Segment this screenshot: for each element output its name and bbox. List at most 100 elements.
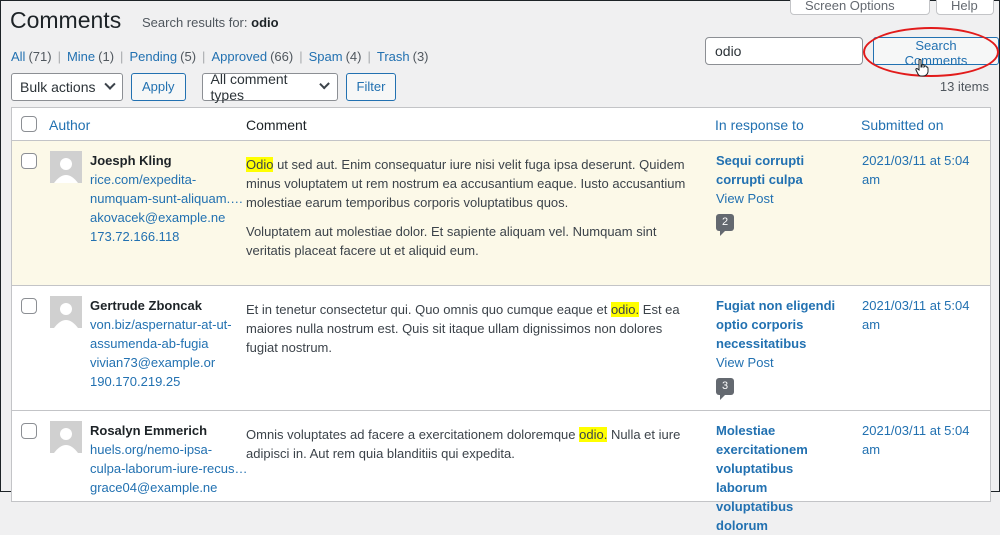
filter-pending[interactable]: Pending (5) [129, 49, 196, 64]
author-name: Gertrude Zboncak [90, 298, 202, 313]
comments-table: Author Comment In response to Submitted … [11, 107, 991, 533]
bulk-actions-row: Bulk actions Apply All comment types Fil… [11, 71, 397, 103]
search-results-subtitle: Search results for: odio [142, 15, 279, 30]
apply-button[interactable]: Apply [131, 73, 186, 101]
author-email[interactable]: grace04@example.ne [90, 478, 250, 497]
author-ip[interactable]: 190.170.219.25 [90, 372, 250, 391]
column-in-response-to[interactable]: In response to [715, 117, 804, 133]
filter-separator: | [299, 49, 303, 64]
search-box: Search Comments [705, 37, 999, 68]
submitted-date-link[interactable]: 2021/03/11 at 5:04 am [862, 296, 982, 334]
comment-count-bubble-icon[interactable]: 3 [716, 378, 735, 400]
bulk-actions-label: Bulk actions [20, 79, 96, 95]
avatar [50, 421, 82, 453]
search-highlight: odio. [579, 427, 608, 442]
filter-trash[interactable]: Trash (3) [377, 49, 429, 64]
chevron-down-icon [104, 78, 116, 90]
author-name: Joesph Kling [90, 153, 172, 168]
row-checkbox[interactable] [21, 153, 37, 169]
search-input[interactable] [705, 37, 863, 65]
author-url-cont[interactable]: culpa-laborum-iure-recusandae... [90, 459, 250, 478]
author-email[interactable]: akovacek@example.ne [90, 208, 250, 227]
bulk-actions-select[interactable]: Bulk actions [11, 73, 123, 101]
comment-text-after: ut sed aut. Enim consequatur iure nisi v… [246, 157, 686, 210]
filter-all-count: (71) [28, 49, 52, 64]
comment-paragraph: Et in tenetur consectetur qui. Quo omnis… [246, 300, 692, 357]
row-checkbox[interactable] [21, 298, 37, 314]
table-row: Gertrude Zboncak von.biz/aspernatur-at-u… [12, 286, 990, 411]
submitted-date-link[interactable]: 2021/03/11 at 5:04 am [862, 421, 982, 459]
filter-spam-count: (4) [345, 49, 362, 64]
filter-button[interactable]: Filter [345, 73, 397, 101]
avatar-placeholder-icon [50, 151, 82, 183]
comment-text-before: Et in tenetur consectetur qui. Quo omnis… [246, 302, 611, 317]
column-comment: Comment [246, 117, 307, 133]
filter-spam-link[interactable]: Spam [309, 49, 343, 64]
comment-text: Omnis voluptates ad facere a exercitatio… [246, 425, 692, 473]
filter-approved-link[interactable]: Approved [211, 49, 267, 64]
author-info: Joesph Kling rice.com/expedita- numquam-… [90, 151, 250, 246]
table-row: Joesph Kling rice.com/expedita- numquam-… [12, 141, 990, 286]
avatar [50, 151, 82, 183]
filter-all-link[interactable]: All [11, 49, 25, 64]
table-header: Author Comment In response to Submitted … [12, 108, 990, 141]
items-count: 13 items [939, 79, 989, 94]
search-highlight: odio. [610, 302, 640, 317]
in-response-to: Fugiat non eligendi optio corporis neces… [716, 296, 846, 400]
comment-paragraph: Voluptatem aut molestiae dolor. Et sapie… [246, 224, 657, 258]
filter-mine-link[interactable]: Mine [67, 49, 95, 64]
avatar [50, 296, 82, 328]
comment-paragraph: Omnis voluptates ad facere a exercitatio… [246, 425, 692, 463]
filter-trash-link[interactable]: Trash [377, 49, 410, 64]
filter-trash-count: (3) [412, 49, 429, 64]
author-url-cont[interactable]: assumenda-ab-fugia [90, 334, 250, 353]
submitted-date-link[interactable]: 2021/03/11 at 5:04 am [862, 151, 982, 189]
filter-pending-link[interactable]: Pending [129, 49, 177, 64]
filter-approved[interactable]: Approved (66) [211, 49, 293, 64]
comment-text: Et in tenetur consectetur qui. Quo omnis… [246, 300, 692, 367]
author-info: Gertrude Zboncak von.biz/aspernatur-at-u… [90, 296, 250, 391]
author-url[interactable]: von.biz/aspernatur-at-ut- [90, 315, 250, 334]
avatar-placeholder-icon [50, 421, 82, 453]
help-tab[interactable]: Help [936, 0, 994, 15]
author-email[interactable]: vivian73@example.or [90, 353, 250, 372]
post-title-link[interactable]: Sequi corrupti corrupti culpa [716, 151, 846, 189]
chevron-down-icon [319, 78, 331, 90]
avatar-placeholder-icon [50, 296, 82, 328]
filter-spam[interactable]: Spam (4) [309, 49, 362, 64]
author-ip[interactable]: 173.72.166.118 [90, 227, 250, 246]
subtitle-search-term: odio [251, 15, 279, 30]
filter-mine[interactable]: Mine (1) [67, 49, 114, 64]
row-checkbox[interactable] [21, 423, 37, 439]
filter-all[interactable]: All (71) [11, 49, 52, 64]
column-author[interactable]: Author [49, 117, 90, 133]
status-filters: All (71) | Mine (1) | Pending (5) | Approve… [11, 49, 429, 64]
select-all-checkbox[interactable] [21, 116, 37, 132]
filter-separator: | [57, 49, 61, 64]
hand-cursor-icon [915, 59, 929, 77]
column-submitted-on[interactable]: Submitted on [861, 117, 944, 133]
comment-types-select[interactable]: All comment types [201, 71, 338, 103]
view-post-link[interactable]: View Post [716, 189, 846, 208]
search-highlight: Odio [246, 157, 274, 172]
filter-approved-count: (66) [270, 49, 294, 64]
post-title-link[interactable]: Molestiae exercitationem voluptatibus la… [716, 421, 846, 535]
search-comments-button[interactable]: Search Comments [873, 37, 999, 68]
screen-options-tab[interactable]: Screen Options [790, 0, 930, 15]
comment-text: Odio ut sed aut. Enim consequatur iure n… [246, 155, 692, 270]
filter-pending-count: (5) [180, 49, 197, 64]
page-title: Comments [10, 7, 122, 33]
table-row: Rosalyn Emmerich huels.org/nemo-ipsa- cu… [12, 411, 990, 533]
author-url[interactable]: rice.com/expedita- [90, 170, 250, 189]
subtitle-prefix: Search results for: [142, 15, 248, 30]
post-title-link[interactable]: Fugiat non eligendi optio corporis neces… [716, 296, 846, 353]
comment-paragraph: Odio ut sed aut. Enim consequatur iure n… [246, 155, 692, 212]
in-response-to: Sequi corrupti corrupti culpa View Post … [716, 151, 846, 236]
comment-count-bubble-icon[interactable]: 2 [716, 214, 735, 236]
filter-separator: | [202, 49, 206, 64]
author-url-cont[interactable]: numquam-sunt-aliquam.htm [90, 189, 250, 208]
author-url[interactable]: huels.org/nemo-ipsa- [90, 440, 250, 459]
comment-types-label: All comment types [210, 71, 288, 103]
view-post-link[interactable]: View Post [716, 353, 846, 372]
filter-separator: | [367, 49, 371, 64]
